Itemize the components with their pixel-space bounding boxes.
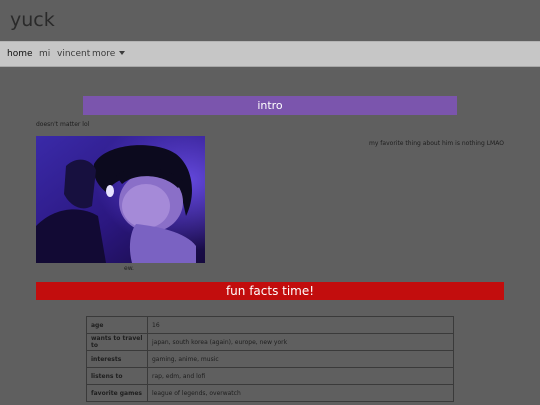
profile-photo bbox=[36, 136, 205, 263]
site-title: yuck bbox=[10, 9, 55, 31]
fact-value: league of legends, overwatch bbox=[147, 384, 454, 402]
nav-more-label: more bbox=[92, 49, 116, 59]
fact-value: rap, edm, and lofi bbox=[147, 367, 454, 385]
nav-mi[interactable]: mi bbox=[39, 49, 50, 59]
table-row: age 16 bbox=[86, 316, 454, 334]
table-row: wants to travel to japan, south korea (a… bbox=[86, 333, 454, 351]
intro-subtitle: doesn't matter lol bbox=[36, 121, 90, 128]
nav-vincent[interactable]: vincent bbox=[57, 49, 90, 59]
intro-heading: intro bbox=[83, 96, 457, 115]
fact-value: 16 bbox=[147, 316, 454, 334]
navbar: home mi vincent more bbox=[0, 41, 540, 67]
fact-label: listens to bbox=[86, 367, 148, 385]
table-row: favorite games league of legends, overwa… bbox=[86, 384, 454, 402]
caret-down-icon bbox=[119, 51, 126, 55]
table-row: listens to rap, edm, and lofi bbox=[86, 367, 454, 385]
intro-side-note: my favorite thing about him is nothing L… bbox=[369, 140, 504, 147]
nav-home[interactable]: home bbox=[7, 49, 33, 59]
fact-label: interests bbox=[86, 350, 148, 368]
photo-caption: ew. bbox=[124, 265, 134, 272]
fact-value: japan, south korea (again), europe, new … bbox=[147, 333, 454, 351]
fun-facts-heading: fun facts time! bbox=[36, 282, 504, 300]
fact-label: age bbox=[86, 316, 148, 334]
fact-label: favorite games bbox=[86, 384, 148, 402]
fun-facts-table: age 16 wants to travel to japan, south k… bbox=[86, 316, 454, 402]
fact-value: gaming, anime, music bbox=[147, 350, 454, 368]
table-row: interests gaming, anime, music bbox=[86, 350, 454, 368]
fact-label: wants to travel to bbox=[86, 333, 148, 351]
nav-more-dropdown[interactable]: more bbox=[92, 49, 126, 59]
